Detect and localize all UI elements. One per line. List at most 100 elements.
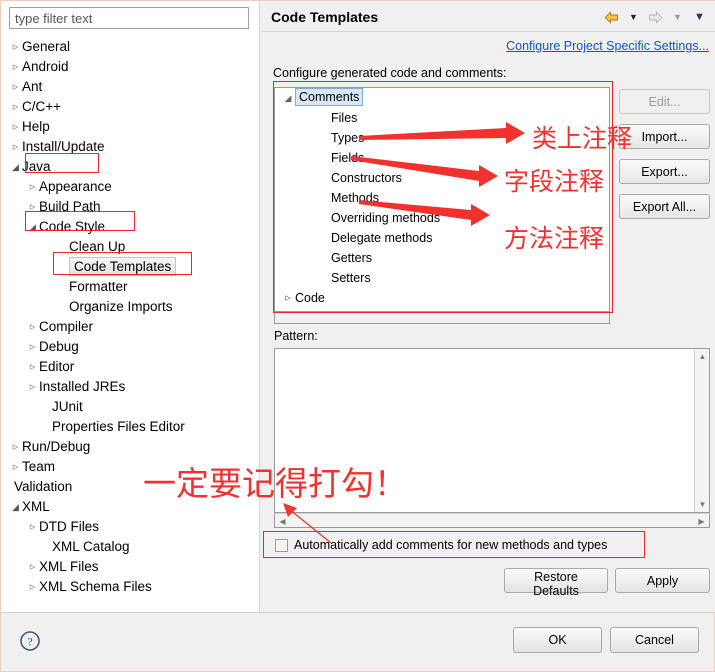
twisty-collapsed-icon[interactable] <box>26 317 39 337</box>
back-menu-chevron-down-icon[interactable]: ▼ <box>624 8 643 26</box>
sidebar-item-label: Help <box>22 119 50 134</box>
sidebar-item-xml-schema-files[interactable]: XML Schema Files <box>1 577 259 597</box>
template-tree-item-overriding-methods[interactable]: Overriding methods <box>275 208 609 228</box>
sidebar-item-label: Validation <box>14 479 73 494</box>
template-tree-item-files[interactable]: Files <box>275 108 609 128</box>
sidebar-item-label: XML Catalog <box>52 539 130 554</box>
twisty-collapsed-icon[interactable] <box>9 437 22 457</box>
sidebar-item-xml-catalog[interactable]: XML Catalog <box>1 537 259 557</box>
twisty-collapsed-icon[interactable] <box>26 577 39 597</box>
restore-defaults-button[interactable]: Restore Defaults <box>504 568 608 598</box>
twisty-expanded-icon[interactable] <box>9 157 22 177</box>
twisty-collapsed-icon[interactable] <box>9 117 22 137</box>
template-tree-item-code[interactable]: Code <box>275 288 609 308</box>
sidebar-item-label: Android <box>22 59 69 74</box>
scroll-left-icon[interactable]: ◀ <box>275 514 290 529</box>
sidebar-item-help[interactable]: Help <box>1 117 259 137</box>
export-button[interactable]: Export... <box>619 159 710 184</box>
sidebar-item-label: Build Path <box>39 199 101 214</box>
sidebar-item-c-c[interactable]: C/C++ <box>1 97 259 117</box>
auto-comment-checkbox-row[interactable]: Automatically add comments for new metho… <box>275 535 607 555</box>
help-icon[interactable]: ? <box>19 630 41 652</box>
code-templates-tree[interactable]: Comments Files Types Fields Constructors Meth… <box>274 87 610 312</box>
scroll-up-icon[interactable]: ▲ <box>695 349 710 364</box>
twisty-collapsed-icon[interactable] <box>9 37 22 57</box>
sidebar-item-xml[interactable]: XML <box>1 497 259 517</box>
twisty-collapsed-icon[interactable] <box>281 288 295 308</box>
view-menu-chevron-down-icon[interactable]: ▼ <box>690 8 709 26</box>
twisty-collapsed-icon[interactable] <box>9 77 22 97</box>
apply-button[interactable]: Apply <box>615 568 710 593</box>
configure-project-specific-settings-link[interactable]: Configure Project Specific Settings... <box>506 39 709 53</box>
code-templates-page: Code Templates ▼ ▼ ▼ Configure Project S… <box>262 1 715 612</box>
sidebar-item-label: Editor <box>39 359 75 374</box>
code-templates-tree-hscrollbar[interactable] <box>274 312 610 324</box>
sidebar-item-team[interactable]: Team <box>1 457 259 477</box>
sidebar-item-organize-imports[interactable]: Organize Imports <box>1 297 259 317</box>
preferences-sidebar: General Android Ant C/C++ Help Install/Update… <box>1 1 259 612</box>
sidebar-item-label: JUnit <box>52 399 83 414</box>
scroll-right-icon[interactable]: ▶ <box>694 514 709 529</box>
sidebar-item-code-style[interactable]: Code Style <box>1 217 259 237</box>
sidebar-item-formatter[interactable]: Formatter <box>1 277 259 297</box>
export-all-button[interactable]: Export All... <box>619 194 710 219</box>
template-tree-item-label: Getters <box>331 251 372 265</box>
twisty-collapsed-icon[interactable] <box>9 57 22 77</box>
twisty-expanded-icon[interactable] <box>9 497 22 517</box>
sidebar-item-junit[interactable]: JUnit <box>1 397 259 417</box>
pattern-vertical-scrollbar[interactable]: ▲ ▼ <box>694 349 709 512</box>
template-tree-item-comments[interactable]: Comments <box>275 88 609 108</box>
sidebar-item-dtd-files[interactable]: DTD Files <box>1 517 259 537</box>
twisty-expanded-icon[interactable] <box>26 217 39 237</box>
template-tree-item-types[interactable]: Types <box>275 128 609 148</box>
sidebar-item-debug[interactable]: Debug <box>1 337 259 357</box>
ok-button[interactable]: OK <box>513 627 602 653</box>
template-tree-item-methods[interactable]: Methods <box>275 188 609 208</box>
scroll-down-icon[interactable]: ▼ <box>695 497 710 512</box>
template-tree-item-setters[interactable]: Setters <box>275 268 609 288</box>
twisty-collapsed-icon[interactable] <box>9 97 22 117</box>
template-tree-item-getters[interactable]: Getters <box>275 248 609 268</box>
sidebar-item-run-debug[interactable]: Run/Debug <box>1 437 259 457</box>
sidebar-item-clean-up[interactable]: Clean Up <box>1 237 259 257</box>
sidebar-item-installed-jres[interactable]: Installed JREs <box>1 377 259 397</box>
sidebar-item-general[interactable]: General <box>1 37 259 57</box>
preferences-tree-scroll[interactable]: General Android Ant C/C++ Help Install/Update… <box>1 35 259 610</box>
twisty-collapsed-icon[interactable] <box>26 377 39 397</box>
twisty-collapsed-icon[interactable] <box>26 337 39 357</box>
sidebar-item-compiler[interactable]: Compiler <box>1 317 259 337</box>
forward-arrow-icon[interactable] <box>646 8 665 26</box>
sidebar-item-ant[interactable]: Ant <box>1 77 259 97</box>
sidebar-item-java[interactable]: Java <box>1 157 259 177</box>
template-tree-item-constructors[interactable]: Constructors <box>275 168 609 188</box>
sidebar-item-xml-files[interactable]: XML Files <box>1 557 259 577</box>
twisty-collapsed-icon[interactable] <box>26 357 39 377</box>
sidebar-item-build-path[interactable]: Build Path <box>1 197 259 217</box>
forward-menu-chevron-down-icon[interactable]: ▼ <box>668 8 687 26</box>
twisty-collapsed-icon[interactable] <box>9 457 22 477</box>
sidebar-item-appearance[interactable]: Appearance <box>1 177 259 197</box>
pattern-horizontal-scrollbar[interactable]: ◀ ▶ <box>274 513 710 528</box>
twisty-collapsed-icon[interactable] <box>26 557 39 577</box>
edit-button[interactable]: Edit... <box>619 89 710 114</box>
sidebar-item-code-templates[interactable]: Code Templates <box>1 257 259 277</box>
panel-splitter[interactable] <box>259 1 261 612</box>
auto-comment-checkbox[interactable] <box>275 538 288 552</box>
sidebar-item-validation[interactable]: Validation <box>1 477 259 497</box>
cancel-button[interactable]: Cancel <box>610 627 699 653</box>
sidebar-item-android[interactable]: Android <box>1 57 259 77</box>
twisty-collapsed-icon[interactable] <box>26 197 39 217</box>
twisty-expanded-icon[interactable] <box>281 88 295 108</box>
sidebar-item-editor[interactable]: Editor <box>1 357 259 377</box>
import-button[interactable]: Import... <box>619 124 710 149</box>
pattern-textarea[interactable]: ▲ ▼ <box>274 348 710 513</box>
sidebar-item-install-update[interactable]: Install/Update <box>1 137 259 157</box>
template-tree-item-delegate-methods[interactable]: Delegate methods <box>275 228 609 248</box>
sidebar-item-properties-files-editor[interactable]: Properties Files Editor <box>1 417 259 437</box>
filter-input[interactable] <box>9 7 249 29</box>
back-arrow-icon[interactable] <box>602 8 621 26</box>
template-tree-item-fields[interactable]: Fields <box>275 148 609 168</box>
twisty-collapsed-icon[interactable] <box>9 137 22 157</box>
twisty-collapsed-icon[interactable] <box>26 517 39 537</box>
twisty-collapsed-icon[interactable] <box>26 177 39 197</box>
